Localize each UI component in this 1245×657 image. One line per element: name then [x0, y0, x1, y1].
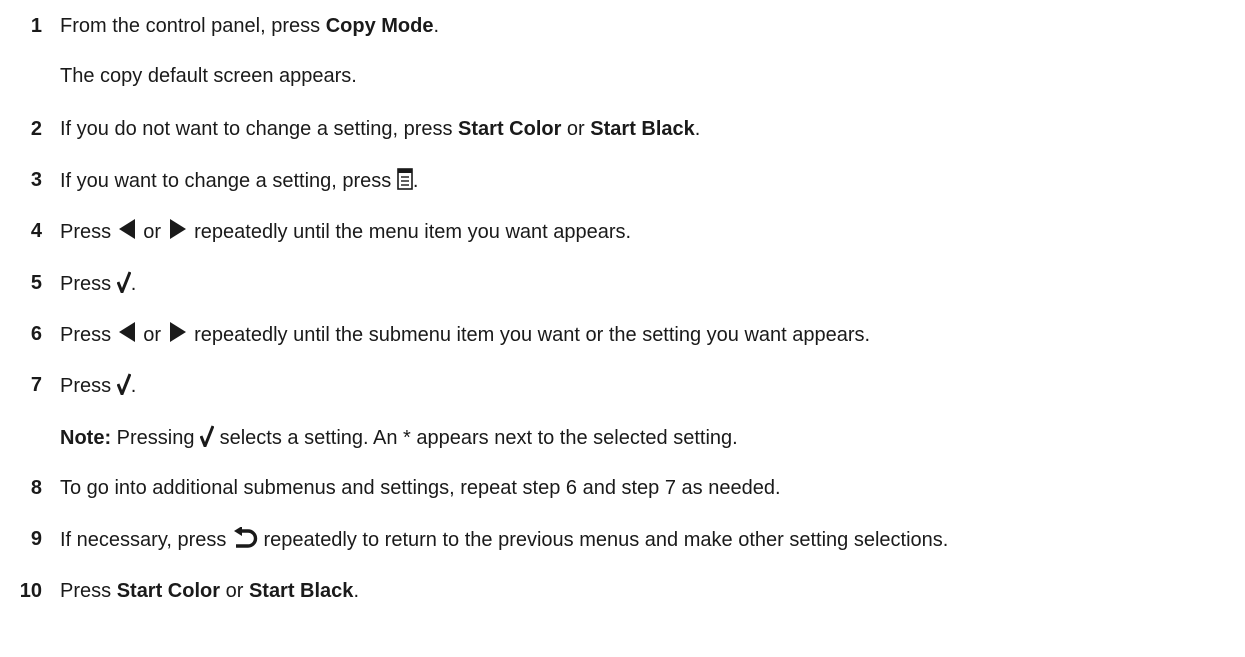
step-text: Press: [60, 273, 117, 295]
left-arrow-icon: [118, 219, 135, 239]
step-result-text: The copy default screen appears.: [60, 65, 357, 87]
step-number: 5: [30, 272, 42, 294]
left-arrow-icon: [118, 322, 135, 342]
step-text-end: repeatedly until the submenu item you wa…: [188, 324, 871, 346]
start-black-label: Start Black: [590, 118, 695, 140]
right-arrow-icon: [169, 219, 186, 239]
step-text: To go into additional submenus and setti…: [60, 477, 781, 499]
step-text-mid: or: [561, 118, 591, 140]
step-text-end: repeatedly until the menu item you want …: [188, 221, 632, 243]
step-text-end: .: [412, 170, 419, 192]
start-color-label: Start Color: [116, 580, 221, 602]
copy-mode-button-label: Copy Mode: [325, 15, 434, 37]
step-text-end: .: [694, 118, 701, 140]
step-number: 8: [30, 477, 42, 499]
step-text-end: repeatedly to return to the previous men…: [257, 529, 949, 551]
step-text-mid: or: [137, 324, 167, 346]
checkmark-icon: [116, 271, 132, 299]
right-arrow-icon: [169, 322, 186, 342]
step-text: If you do not want to change a setting, …: [60, 118, 459, 140]
step-text: If you want to change a setting, press: [60, 170, 397, 192]
back-icon: [232, 526, 258, 555]
start-black-label: Start Black: [248, 580, 354, 602]
checkmark-icon: [199, 425, 215, 453]
note-text-end: selects a setting. An * appears next to …: [214, 427, 738, 449]
step-text-mid: or: [220, 580, 249, 602]
step-text: Press: [60, 221, 117, 243]
step-text-end: .: [130, 375, 137, 397]
step-text: Press: [60, 375, 117, 397]
step-number: 4: [30, 220, 42, 242]
step-text-end: .: [130, 273, 137, 295]
step-text: From the control panel, press: [60, 15, 326, 37]
checkmark-icon: [116, 373, 132, 401]
step-number: 2: [30, 118, 42, 140]
step-number: 7: [30, 374, 42, 396]
step-number: 10: [19, 580, 42, 602]
step-number: 1: [30, 15, 42, 37]
step-text: Press: [60, 324, 117, 346]
note-label: Note:: [60, 427, 112, 449]
step-number: 6: [30, 323, 42, 345]
step-text-end: .: [433, 15, 440, 37]
step-number: 9: [30, 528, 42, 550]
step-text: If necessary, press: [60, 529, 232, 551]
step-number: 3: [30, 169, 42, 191]
step-text-end: .: [353, 580, 359, 602]
instruction-document: 1 From the control panel, press Copy Mod…: [0, 0, 1245, 657]
step-text: Press: [60, 580, 117, 602]
menu-icon: [397, 168, 413, 196]
start-color-label: Start Color: [458, 118, 562, 140]
step-text-mid: or: [137, 221, 167, 243]
note-text: Pressing: [111, 427, 201, 449]
